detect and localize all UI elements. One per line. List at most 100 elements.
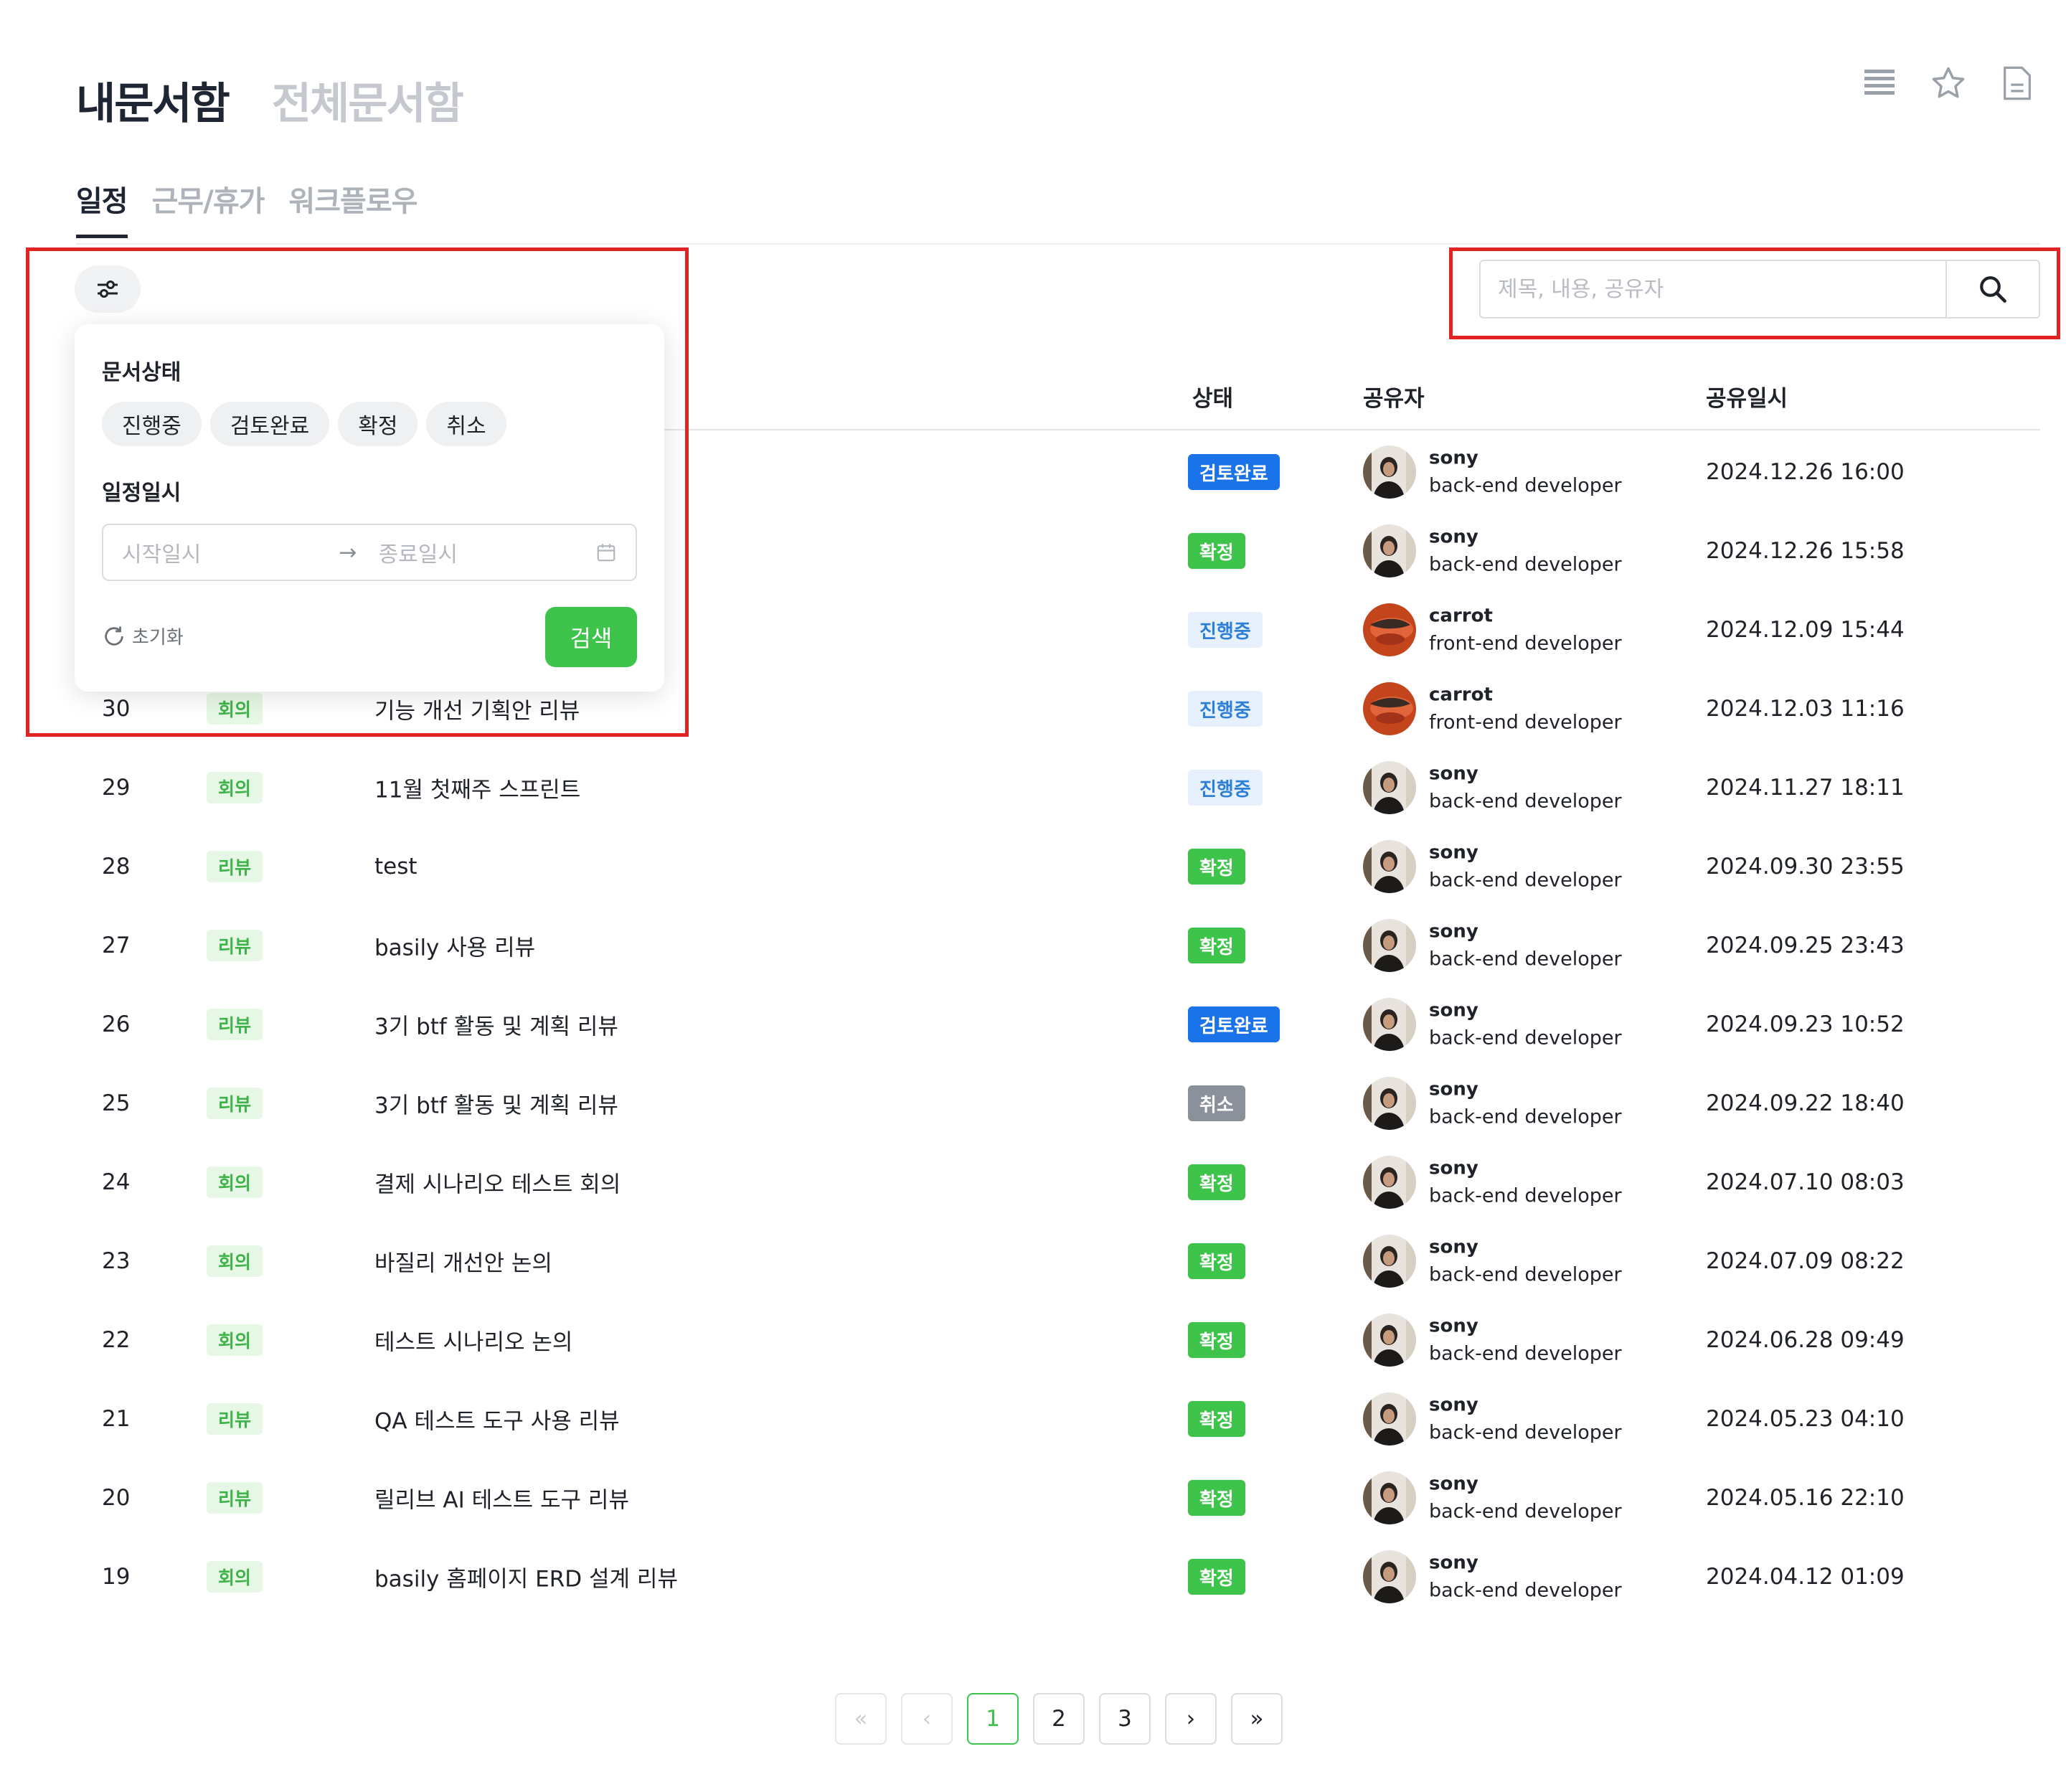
table-row[interactable]: 26 리뷰 3기 btf 활동 및 계획 리뷰 검토완료 sony back-end de… xyxy=(76,985,2040,1064)
chip-in-progress[interactable]: 진행중 xyxy=(102,402,202,446)
row-title[interactable]: 결제 시나리오 테스트 회의 xyxy=(374,1166,621,1199)
start-date-input[interactable]: 시작일시 xyxy=(122,537,201,568)
row-title[interactable]: 바질리 개선안 논의 xyxy=(374,1245,552,1278)
table-row[interactable]: 27 리뷰 basily 사용 리뷰 확정 sony back-end developer… xyxy=(76,906,2040,985)
row-number: 24 xyxy=(102,1169,131,1195)
document-icon[interactable] xyxy=(1997,63,2037,103)
sharer-role: back-end developer xyxy=(1429,1500,1622,1523)
tab-workflow[interactable]: 워크플로우 xyxy=(288,178,418,238)
row-title[interactable]: QA 테스트 도구 사용 리뷰 xyxy=(374,1403,620,1435)
row-number: 29 xyxy=(102,775,131,801)
category-badge: 리뷰 xyxy=(207,1482,263,1514)
date-range-picker[interactable]: 시작일시 → 종료일시 xyxy=(102,524,637,581)
row-title[interactable]: basily 홈페이지 ERD 설계 리뷰 xyxy=(374,1561,678,1593)
category-badge: 리뷰 xyxy=(207,1403,263,1435)
sharer-name: sony xyxy=(1429,763,1478,785)
sharer-role: back-end developer xyxy=(1429,1027,1622,1050)
sharer-role: back-end developer xyxy=(1429,1421,1622,1444)
status-badge: 취소 xyxy=(1188,1085,1245,1121)
row-title[interactable]: 3기 btf 활동 및 계획 리뷰 xyxy=(374,1088,618,1120)
avatar xyxy=(1363,1235,1416,1288)
page-3-button[interactable]: 3 xyxy=(1099,1693,1151,1745)
sharer-name: sony xyxy=(1429,1315,1478,1337)
table-row[interactable]: 21 리뷰 QA 테스트 도구 사용 리뷰 확정 sony back-end develo… xyxy=(76,1380,2040,1458)
category-badge: 회의 xyxy=(207,772,263,803)
page-2-button[interactable]: 2 xyxy=(1033,1693,1085,1745)
shared-date: 2024.09.30 23:55 xyxy=(1706,854,1905,880)
row-number: 26 xyxy=(102,1011,131,1037)
prev-page-button[interactable]: ‹ xyxy=(901,1693,953,1745)
sharer-info: sony back-end developer xyxy=(1429,1079,1622,1128)
category-badge: 회의 xyxy=(207,1561,263,1593)
mailbox-tabs: 내문서함 전체문서함 xyxy=(76,69,464,131)
sharer-role: back-end developer xyxy=(1429,948,1622,971)
chip-reviewed[interactable]: 검토완료 xyxy=(209,402,330,446)
tab-all-documents[interactable]: 전체문서함 xyxy=(272,69,464,131)
table-row[interactable]: 25 리뷰 3기 btf 활동 및 계획 리뷰 취소 sony back-end deve… xyxy=(76,1064,2040,1143)
category-badge: 회의 xyxy=(207,1324,263,1356)
row-number: 21 xyxy=(102,1406,131,1432)
status-badge: 확정 xyxy=(1188,849,1245,885)
filter-search-button[interactable]: 검색 xyxy=(545,607,637,667)
shared-date: 2024.04.12 01:09 xyxy=(1706,1564,1905,1590)
row-title[interactable]: basily 사용 리뷰 xyxy=(374,930,535,962)
sharer-name: sony xyxy=(1429,1552,1478,1574)
table-row[interactable]: 29 회의 11월 첫째주 스프린트 진행중 sony back-end develope… xyxy=(76,748,2040,827)
tab-my-documents[interactable]: 내문서함 xyxy=(76,69,230,131)
shared-date: 2024.09.25 23:43 xyxy=(1706,933,1905,958)
table-row[interactable]: 23 회의 바질리 개선안 논의 확정 sony back-end developer 20… xyxy=(76,1222,2040,1301)
shared-date: 2024.05.23 04:10 xyxy=(1706,1406,1905,1432)
sharer-name: sony xyxy=(1429,1394,1478,1416)
category-badge: 리뷰 xyxy=(207,851,263,882)
sharer-role: back-end developer xyxy=(1429,1263,1622,1286)
tab-work-leave[interactable]: 근무/휴가 xyxy=(152,178,265,238)
category-badge: 회의 xyxy=(207,1166,263,1198)
chip-cancelled[interactable]: 취소 xyxy=(426,402,506,446)
row-title[interactable]: test xyxy=(374,854,418,880)
row-title[interactable]: 릴리브 AI 테스트 도구 리뷰 xyxy=(374,1482,629,1514)
tab-schedule[interactable]: 일정 xyxy=(76,178,128,238)
row-title[interactable]: 11월 첫째주 스프린트 xyxy=(374,772,580,804)
sharer-info: sony back-end developer xyxy=(1429,1473,1622,1523)
reset-button[interactable]: 초기화 xyxy=(102,623,184,649)
filter-panel: 문서상태 진행중 검토완료 확정 취소 일정일시 시작일시 → 종료일시 초기화… xyxy=(75,324,664,692)
status-badge: 확정 xyxy=(1188,1401,1245,1437)
avatar xyxy=(1363,603,1416,656)
table-row[interactable]: 24 회의 결제 시나리오 테스트 회의 확정 sony back-end develop… xyxy=(76,1143,2040,1222)
next-page-button[interactable]: › xyxy=(1165,1693,1217,1745)
end-date-input[interactable]: 종료일시 xyxy=(379,537,458,568)
sharer-name: sony xyxy=(1429,1078,1478,1100)
sharer-name: sony xyxy=(1429,841,1478,864)
star-icon[interactable] xyxy=(1928,63,1968,103)
sharer-info: sony back-end developer xyxy=(1429,448,1622,497)
category-badge: 리뷰 xyxy=(207,1088,263,1119)
sharer-role: front-end developer xyxy=(1429,632,1622,655)
sharer-name: carrot xyxy=(1429,605,1493,627)
avatar xyxy=(1363,761,1416,814)
sharer-name: sony xyxy=(1429,447,1478,469)
page-1-button[interactable]: 1 xyxy=(967,1693,1019,1745)
sharer-info: sony back-end developer xyxy=(1429,1316,1622,1365)
table-row[interactable]: 19 회의 basily 홈페이지 ERD 설계 리뷰 확정 sony back-end … xyxy=(76,1537,2040,1616)
header-sharer: 공유자 xyxy=(1363,386,1425,412)
category-badge: 회의 xyxy=(207,1245,263,1277)
avatar xyxy=(1363,682,1416,735)
sharer-role: back-end developer xyxy=(1429,790,1622,813)
category-tabs: 일정 근무/휴가 워크플로우 xyxy=(76,178,418,238)
status-badge: 확정 xyxy=(1188,533,1245,569)
date-filter-label: 일정일시 xyxy=(102,481,181,506)
avatar xyxy=(1363,1471,1416,1524)
row-title[interactable]: 3기 btf 활동 및 계획 리뷰 xyxy=(374,1009,618,1041)
sharer-role: front-end developer xyxy=(1429,711,1622,734)
chip-confirmed[interactable]: 확정 xyxy=(338,402,418,446)
row-title[interactable]: 테스트 시나리오 논의 xyxy=(374,1324,572,1357)
table-row[interactable]: 20 리뷰 릴리브 AI 테스트 도구 리뷰 확정 sony back-end devel… xyxy=(76,1458,2040,1537)
sharer-name: sony xyxy=(1429,526,1478,548)
last-page-button[interactable]: » xyxy=(1231,1693,1283,1745)
table-row[interactable]: 28 리뷰 test 확정 sony back-end developer 2024.09.… xyxy=(76,827,2040,906)
first-page-button[interactable]: « xyxy=(835,1693,887,1745)
row-number: 22 xyxy=(102,1327,131,1353)
sharer-name: sony xyxy=(1429,1236,1478,1258)
list-icon[interactable] xyxy=(1859,63,1900,103)
table-row[interactable]: 22 회의 테스트 시나리오 논의 확정 sony back-end developer 2… xyxy=(76,1301,2040,1380)
